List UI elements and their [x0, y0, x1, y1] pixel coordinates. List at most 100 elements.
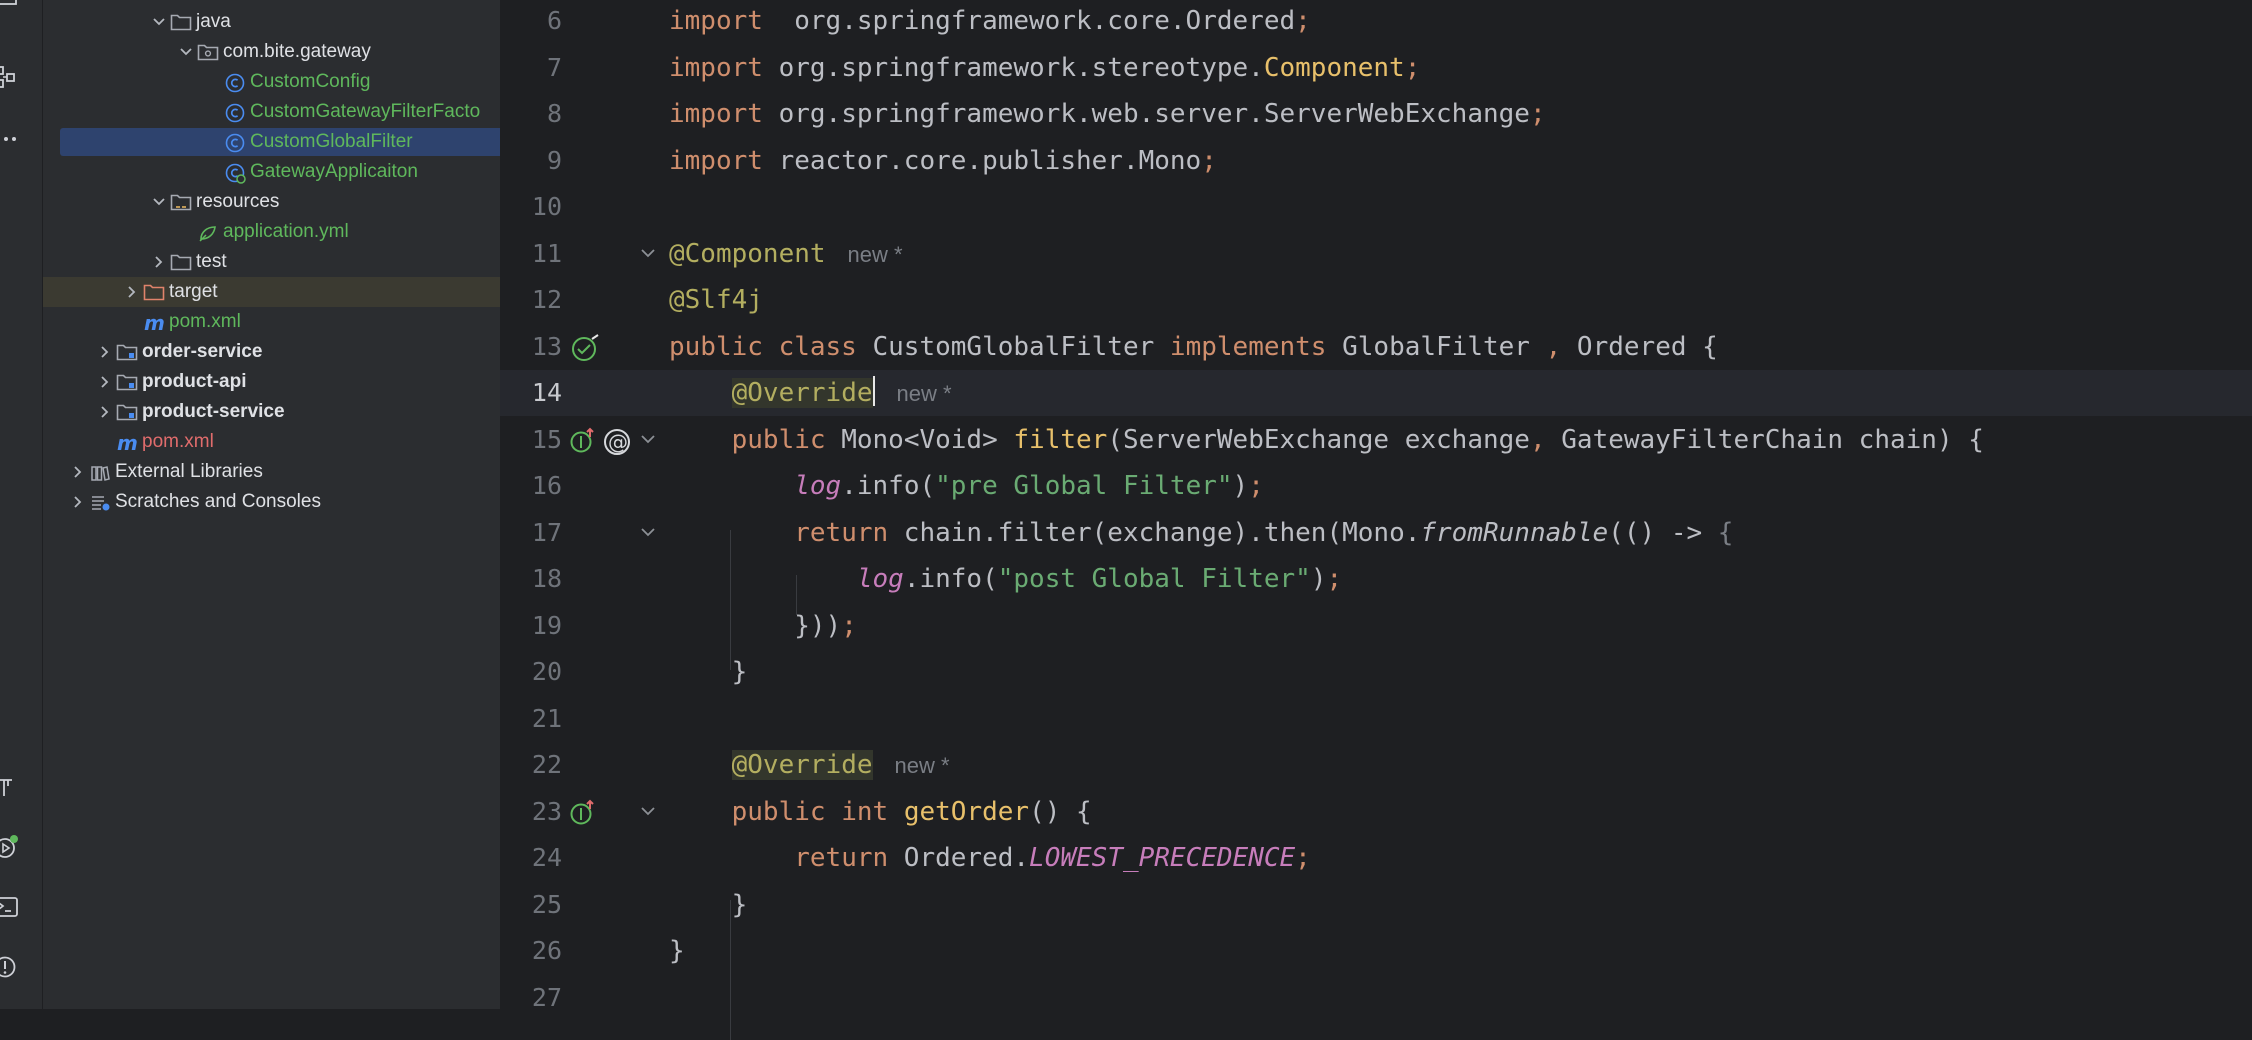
tree-item[interactable]: product-service: [43, 397, 500, 427]
tree-item[interactable]: target: [43, 277, 500, 307]
code-line[interactable]: 26}: [500, 928, 2252, 974]
maven-icon: m: [116, 427, 140, 457]
tree-item[interactable]: test: [43, 247, 500, 277]
line-number: 13: [531, 331, 562, 361]
svg-text:@: @: [608, 430, 628, 454]
tree-item-label: CustomConfig: [250, 71, 371, 92]
line-number: 18: [531, 564, 562, 593]
chevron-right-icon[interactable]: [123, 277, 141, 307]
code-line[interactable]: 23 public int getOrder() {: [500, 789, 2252, 835]
code-line[interactable]: 25 }: [500, 882, 2252, 928]
code-line[interactable]: 21: [500, 696, 2252, 742]
tree-item[interactable]: External Libraries: [43, 457, 500, 487]
tree-item[interactable]: CustomGlobalFilter: [43, 127, 500, 157]
line-number: 17: [531, 517, 562, 547]
code-token: @Override: [731, 378, 873, 408]
chevron-right-icon[interactable]: [96, 337, 114, 367]
terminal-icon[interactable]: [0, 894, 22, 928]
tree-item[interactable]: CustomGatewayFilterFacto: [43, 97, 500, 127]
code-token: chain.filter(exchange).then(Mono.: [888, 517, 1421, 548]
code-line[interactable]: 14 @Override new *: [500, 370, 2252, 416]
excluded-folder-icon: [143, 277, 167, 307]
chevron-down-icon[interactable]: [150, 187, 168, 217]
chevron-right-icon[interactable]: [69, 457, 87, 487]
code-token: GatewayFilterChain chain) {: [1545, 424, 1984, 455]
code-token: }: [669, 889, 748, 920]
fold-icon[interactable]: [640, 510, 658, 556]
code-line[interactable]: 15 @ public Mono<Void> filter(ServerWebEx…: [500, 417, 2252, 463]
code-token: public: [731, 424, 826, 455]
line-number: 19: [531, 610, 562, 640]
code-line[interactable]: 22 @Override new *: [500, 742, 2252, 788]
run-services-icon[interactable]: [0, 834, 22, 868]
line-number: 9: [546, 145, 562, 175]
code-line[interactable]: 6 import org.springframework.core.Ordered…: [500, 0, 2252, 44]
code-line[interactable]: 16 log.info("pre Global Filter");: [500, 463, 2252, 509]
code-token: reactor.core.publisher.Mono: [762, 145, 1202, 176]
code-token: getOrder: [903, 796, 1030, 827]
build-icon[interactable]: [0, 774, 22, 808]
line-number: 27: [531, 982, 562, 1012]
code-line[interactable]: 10: [500, 184, 2252, 230]
code-token: }): [669, 610, 826, 641]
code-line[interactable]: 13 public class CustomGlobalFilter implem…: [500, 324, 2252, 370]
code-token: import: [669, 6, 763, 36]
tree-item[interactable]: resources: [43, 187, 500, 217]
chevron-right-icon[interactable]: [96, 397, 114, 427]
tree-item[interactable]: application.yml: [43, 217, 500, 247]
code-token: org.springframework.web.server.ServerWeb…: [762, 99, 1530, 129]
tree-item-label: External Libraries: [115, 461, 263, 482]
code-token: ;: [1404, 52, 1421, 83]
fold-icon[interactable]: [640, 789, 658, 835]
tree-item[interactable]: product-api: [43, 367, 500, 397]
tree-item[interactable]: CustomConfig: [43, 67, 500, 97]
code-editor[interactable]: 6 import org.springframework.core.Ordered…: [500, 0, 2252, 1040]
code-token: ;: [1529, 99, 1546, 129]
fold-icon[interactable]: [640, 231, 658, 277]
code-line[interactable]: 18 log.info("post Global Filter");: [500, 556, 2252, 602]
spring-class-icon: [224, 157, 248, 187]
tree-item[interactable]: Scratches and Consoles: [43, 487, 500, 517]
tree-item[interactable]: com.bite.gateway: [43, 37, 500, 67]
code-line[interactable]: 12 @Slf4j: [500, 277, 2252, 323]
tree-item[interactable]: order-service: [43, 337, 500, 367]
code-line[interactable]: 17 return chain.filter(exchange).then(Mo…: [500, 510, 2252, 556]
tree-item[interactable]: java: [43, 7, 500, 37]
code-text: import reactor.core.publisher.Mono;: [669, 138, 1217, 184]
line-number: 6: [546, 6, 562, 35]
code-line[interactable]: 8 import org.springframework.web.server.S…: [500, 91, 2252, 137]
code-line[interactable]: 27: [500, 975, 2252, 1021]
code-token: GlobalFilter: [1326, 331, 1546, 362]
problems-icon[interactable]: [0, 954, 22, 988]
code-line[interactable]: 9 import reactor.core.publisher.Mono;: [500, 138, 2252, 184]
code-line[interactable]: 24 return Ordered.LOWEST_PRECEDENCE;: [500, 835, 2252, 881]
structure-icon[interactable]: [0, 64, 22, 98]
code-line[interactable]: 19 }));: [500, 603, 2252, 649]
chevron-right-icon[interactable]: [69, 487, 87, 517]
code-token: Component: [1263, 52, 1405, 83]
code-line[interactable]: 20 }: [500, 649, 2252, 695]
indent-guide: [730, 530, 731, 670]
code-text: }));: [669, 603, 857, 649]
code-line[interactable]: 11 @Component new *: [500, 231, 2252, 277]
code-line[interactable]: 7 import org.springframework.stereotype.C…: [500, 45, 2252, 91]
chevron-right-icon[interactable]: [150, 247, 168, 277]
svg-text:m: m: [117, 432, 138, 454]
code-token: Ordered.: [888, 843, 1030, 873]
chevron-right-icon[interactable]: [96, 367, 114, 397]
chevron-down-icon[interactable]: [177, 37, 195, 67]
chevron-down-icon[interactable]: [150, 7, 168, 37]
tree-item[interactable]: m pom.xml: [43, 307, 500, 337]
libraries-icon: [89, 457, 113, 487]
tree-item[interactable]: GatewayApplicaiton: [43, 157, 500, 187]
tree-item-label: CustomGlobalFilter: [250, 131, 413, 152]
code-token: Mono<Void>: [825, 424, 1014, 455]
fold-icon[interactable]: [640, 417, 658, 463]
tree-item[interactable]: m pom.xml: [43, 427, 500, 457]
more-icon[interactable]: [0, 126, 22, 160]
project-tool-icon[interactable]: [0, 0, 22, 18]
package-icon: [197, 37, 221, 67]
